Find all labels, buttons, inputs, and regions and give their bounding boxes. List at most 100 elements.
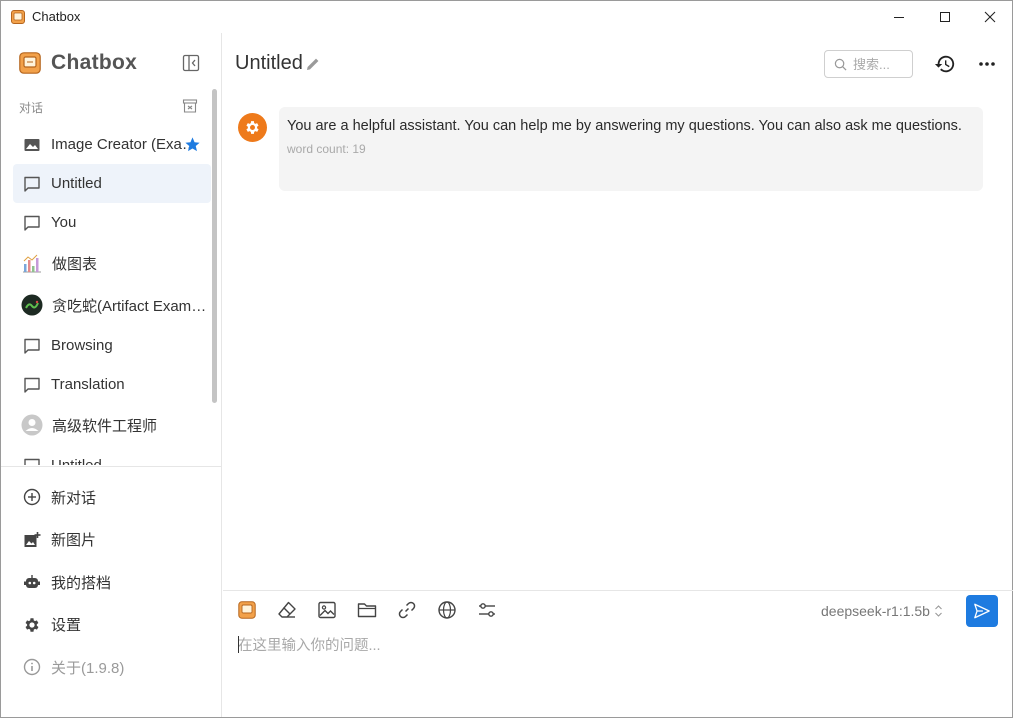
session-label: Untitled [51, 457, 102, 465]
divider [1, 466, 221, 467]
chat-bubble-icon [23, 457, 41, 465]
more-icon[interactable] [977, 54, 997, 74]
archive-icon[interactable] [182, 98, 198, 114]
model-selector[interactable]: deepseek-r1:1.5b [821, 603, 943, 619]
close-icon [984, 11, 996, 23]
system-avatar [238, 113, 267, 142]
menu-label: 新对话 [51, 489, 97, 507]
globe-icon [438, 601, 456, 619]
pencil-icon[interactable] [305, 56, 321, 72]
attach-file-button[interactable] [356, 599, 378, 621]
settings-button[interactable]: 设置 [13, 604, 211, 647]
chatbox-logo-icon [19, 52, 41, 74]
history-icon[interactable] [934, 53, 956, 75]
about-button[interactable]: 关于(1.9.8) [13, 646, 211, 689]
session-item[interactable]: Browsing [13, 326, 211, 365]
message-bubble: You are a helpful assistant. You can hel… [279, 107, 983, 191]
chat-bubble-icon [23, 214, 41, 232]
session-label: Translation [51, 376, 125, 393]
unfold-icon [935, 605, 942, 617]
gear-icon [23, 616, 41, 634]
my-copilots-button[interactable]: 我的搭档 [13, 561, 211, 604]
menu-label: 新图片 [51, 532, 97, 550]
session-item[interactable]: 高级软件工程师 [13, 404, 211, 446]
sliders-icon [479, 603, 495, 617]
menu-label: 关于(1.9.8) [51, 659, 125, 677]
session-label: Untitled [51, 175, 102, 192]
attach-link-button[interactable] [396, 599, 418, 621]
snake-avatar-icon [21, 294, 43, 316]
menu-label: 设置 [51, 617, 82, 635]
maximize-button[interactable] [922, 1, 968, 33]
session-label: Image Creator (Example) [51, 136, 206, 153]
web-browsing-button[interactable] [436, 599, 458, 621]
info-icon [23, 658, 41, 676]
minimize-icon [894, 17, 904, 18]
minimize-button[interactable] [876, 1, 922, 33]
send-icon [974, 603, 990, 619]
chat-bubble-icon [23, 175, 41, 193]
brand-name: Chatbox [51, 51, 138, 74]
window-title: Chatbox [32, 9, 81, 24]
send-button[interactable] [966, 595, 998, 627]
search-box[interactable] [824, 50, 913, 78]
star-icon[interactable] [184, 136, 201, 153]
chat-bubble-icon [23, 337, 41, 355]
brand: Chatbox [19, 51, 137, 75]
search-input[interactable] [853, 56, 905, 72]
chatbox-logo-icon [238, 601, 256, 619]
message-text: You are a helpful assistant. You can hel… [287, 118, 962, 134]
session-item[interactable]: You [13, 203, 211, 242]
session-item[interactable]: 贪吃蛇(Artifact Example) [13, 284, 211, 326]
search-icon [834, 58, 847, 70]
chat-settings-button[interactable] [476, 599, 498, 621]
sidebar-menu: 新对话 新图片 我的搭档 设置 关于(1.9.8) [13, 476, 211, 689]
close-button[interactable] [967, 1, 1013, 33]
session-item-active[interactable]: Untitled [13, 164, 211, 203]
composer-toolbar [236, 599, 516, 621]
image-icon [318, 601, 336, 619]
chat-title: Untitled [235, 52, 303, 74]
model-name: deepseek-r1:1.5b [821, 603, 930, 619]
copilot-button[interactable] [236, 599, 258, 621]
plus-circle-icon [23, 488, 41, 506]
chat-bubble-icon [23, 376, 41, 394]
divider [223, 590, 1013, 591]
session-label: 贪吃蛇(Artifact Example) [52, 297, 207, 315]
add-photo-icon [23, 531, 41, 549]
eraser-icon [278, 601, 296, 618]
person-avatar-icon [21, 414, 43, 436]
robot-icon [23, 573, 41, 591]
session-item[interactable]: Image Creator (Example) [13, 125, 211, 164]
session-label: Browsing [51, 337, 113, 354]
attach-image-button[interactable] [316, 599, 338, 621]
chatbox-logo-icon [11, 10, 25, 24]
app-window: Chatbox Chatbox 对话 Image Creator (Exampl… [0, 0, 1013, 718]
collapse-sidebar-icon[interactable] [182, 54, 200, 72]
chart-avatar-icon [21, 252, 43, 274]
session-item[interactable]: 做图表 [13, 242, 211, 284]
clear-button[interactable] [276, 599, 298, 621]
title-bar: Chatbox [1, 1, 1012, 33]
gear-icon [246, 121, 259, 134]
folder-icon [357, 603, 377, 618]
session-label: 做图表 [52, 255, 98, 273]
menu-label: 我的搭档 [51, 574, 112, 592]
session-label: You [51, 214, 77, 231]
session-item[interactable]: Untitled [13, 446, 211, 465]
word-count: word count: 19 [287, 142, 366, 156]
session-list: Image Creator (Example) Untitled You 做图表… [13, 125, 211, 465]
maximize-icon [940, 12, 950, 22]
text-caret [238, 636, 239, 653]
session-label: 高级软件工程师 [52, 417, 158, 435]
sidebar: Chatbox 对话 Image Creator (Example) Untit… [1, 33, 222, 717]
section-label: 对话 [19, 101, 44, 115]
session-item[interactable]: Translation [13, 365, 211, 404]
link-icon [398, 601, 416, 619]
message-input[interactable] [238, 634, 958, 694]
new-chat-button[interactable]: 新对话 [13, 476, 211, 519]
new-image-button[interactable]: 新图片 [13, 519, 211, 562]
message-input-area[interactable] [238, 634, 958, 694]
main-panel: Untitled You are a helpful assistant. Yo… [223, 33, 1013, 717]
sidebar-scrollbar[interactable] [212, 89, 217, 403]
